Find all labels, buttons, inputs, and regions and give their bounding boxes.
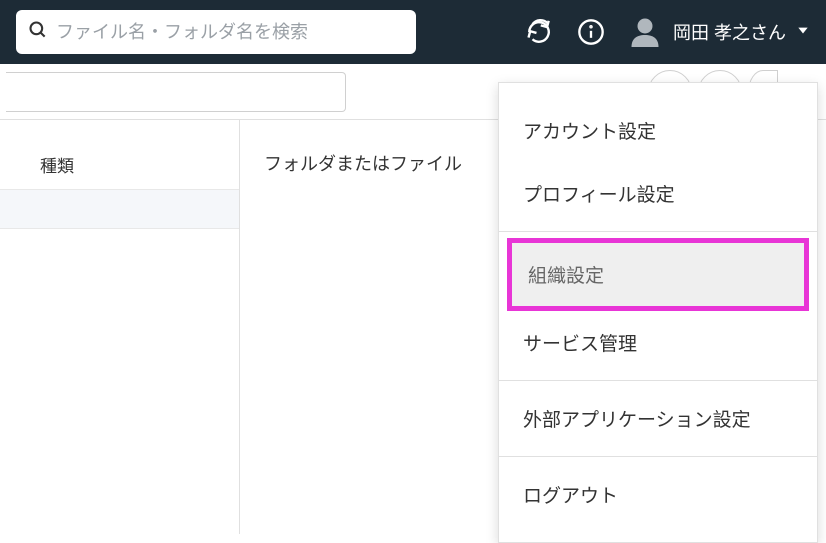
user-dropdown-menu: アカウント設定 プロフィール設定 組織設定 サービス管理 外部アプリケーション設… [498, 82, 818, 543]
menu-item-profile-settings[interactable]: プロフィール設定 [499, 162, 817, 225]
username-label: 岡田 孝之さん [673, 19, 786, 45]
path-input-partial[interactable] [6, 72, 346, 112]
menu-divider [499, 231, 817, 232]
info-icon [577, 18, 605, 46]
search-container[interactable] [16, 10, 416, 54]
topbar-actions: 岡田 孝之さん [523, 14, 810, 50]
menu-item-account-settings[interactable]: アカウント設定 [499, 99, 817, 162]
menu-item-organization-settings[interactable]: 組織設定 [507, 238, 809, 311]
chevron-down-icon [796, 23, 810, 42]
avatar-icon [627, 14, 663, 50]
refresh-button[interactable] [523, 16, 555, 48]
search-input[interactable] [56, 22, 404, 43]
info-button[interactable] [575, 16, 607, 48]
search-icon [28, 20, 48, 45]
menu-item-external-app-settings[interactable]: 外部アプリケーション設定 [499, 387, 817, 450]
sidebar-empty-row [0, 189, 239, 229]
sidebar: 種類 [0, 120, 240, 534]
menu-divider [499, 380, 817, 381]
column-header-type: 種類 [0, 140, 239, 189]
refresh-icon [526, 19, 552, 45]
user-menu-trigger[interactable]: 岡田 孝之さん [627, 14, 810, 50]
menu-item-logout[interactable]: ログアウト [499, 463, 817, 526]
menu-divider [499, 456, 817, 457]
topbar: 岡田 孝之さん [0, 0, 826, 64]
menu-item-service-management[interactable]: サービス管理 [499, 311, 817, 374]
